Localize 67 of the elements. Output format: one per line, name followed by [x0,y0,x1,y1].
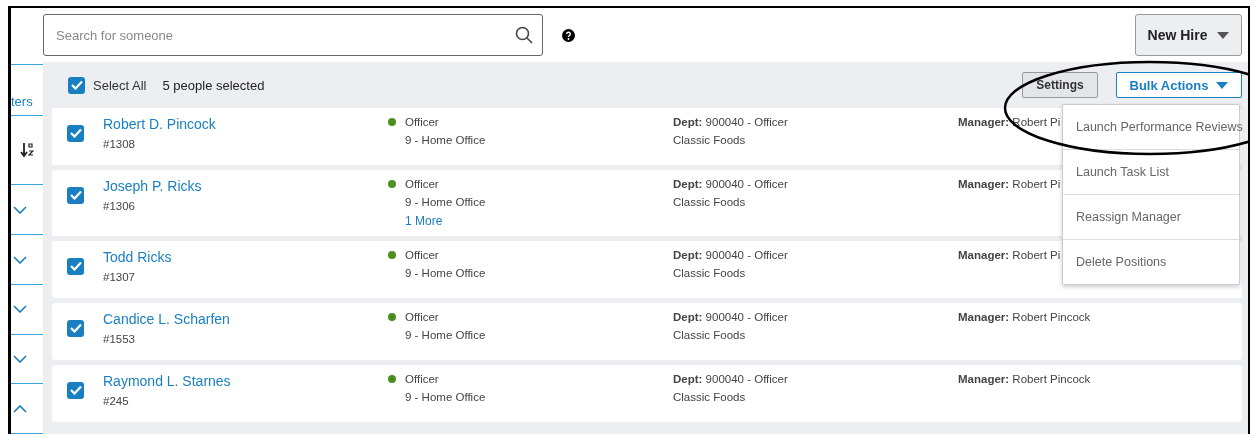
menu-item[interactable]: Launch Task List [1063,149,1239,194]
person-name[interactable]: Todd Ricks [103,249,172,265]
row-checkbox[interactable] [67,257,84,275]
company: Classic Foods [673,391,746,403]
job-title: Officer [405,178,439,190]
job-title: Officer [405,311,439,323]
job-title: Officer [405,373,439,385]
more-link[interactable]: 1 More [405,214,443,228]
menu-item[interactable]: Reassign Manager [1063,194,1239,239]
company: Classic Foods [673,329,746,341]
location: 9 - Home Office [405,329,486,341]
row-checkbox[interactable] [67,124,84,142]
checkmark-icon [69,190,82,200]
checkmark-icon [69,261,82,271]
person-name[interactable]: Joseph P. Ricks [103,178,202,194]
department: Dept: 900040 - Officer [673,311,788,323]
employee-number: #245 [103,395,129,407]
sort-icon[interactable] [20,142,34,159]
chevron-down-icon [13,255,27,264]
manager: Manager: Robert Pi [958,178,1061,190]
manager: Manager: Robert Pincock [958,373,1091,385]
new-hire-button[interactable]: New Hire [1135,14,1242,56]
checkmark-icon [69,385,82,395]
caret-icon [1216,81,1229,89]
employee-number: #1308 [103,138,135,150]
job-title: Officer [405,116,439,128]
location: 9 - Home Office [405,391,486,403]
manager: Manager: Robert Pincock [958,311,1091,323]
checkmark-icon [70,80,83,90]
location: 9 - Home Office [405,196,486,208]
checkmark-icon [69,323,82,333]
select-all-label: Select All [93,77,147,93]
person-name[interactable]: Candice L. Scharfen [103,311,230,327]
job-title: Officer [405,249,439,261]
employee-number: #1306 [103,200,135,212]
person-name[interactable]: Raymond L. Starnes [103,373,231,389]
manager: Manager: Robert Pi [958,116,1061,128]
row-checkbox[interactable] [67,186,84,204]
search-field[interactable]: Search for someone [43,14,543,56]
selection-count: 5 people selected [162,77,265,93]
settings-button[interactable]: Settings [1022,72,1098,98]
employee-number: #1307 [103,271,135,283]
menu-item[interactable]: Delete Positions [1063,239,1239,284]
checkmark-icon [69,128,82,138]
department: Dept: 900040 - Officer [673,178,788,190]
row-checkbox[interactable] [67,381,84,399]
location: 9 - Home Office [405,134,486,146]
company: Classic Foods [673,267,746,279]
bulk-actions-button[interactable]: Bulk Actions [1116,72,1242,98]
department: Dept: 900040 - Officer [673,249,788,261]
chevron-down-icon [13,205,27,214]
company: Classic Foods [673,134,746,146]
department: Dept: 900040 - Officer [673,373,788,385]
location: 9 - Home Office [405,267,486,279]
manager: Manager: Robert Pi [958,249,1061,261]
department: Dept: 900040 - Officer [673,116,788,128]
employee-number: #1553 [103,333,135,345]
row-checkbox[interactable] [67,319,84,337]
chevron-up-icon [13,404,27,413]
search-icon [515,26,533,44]
chevron-down-icon [13,354,27,363]
chevron-down-icon [13,305,27,314]
help-icon[interactable] [562,28,575,42]
person-name[interactable]: Robert D. Pincock [103,116,216,132]
caret-icon [1217,31,1230,39]
company: Classic Foods [673,196,746,208]
select-all-checkbox[interactable] [68,76,85,94]
